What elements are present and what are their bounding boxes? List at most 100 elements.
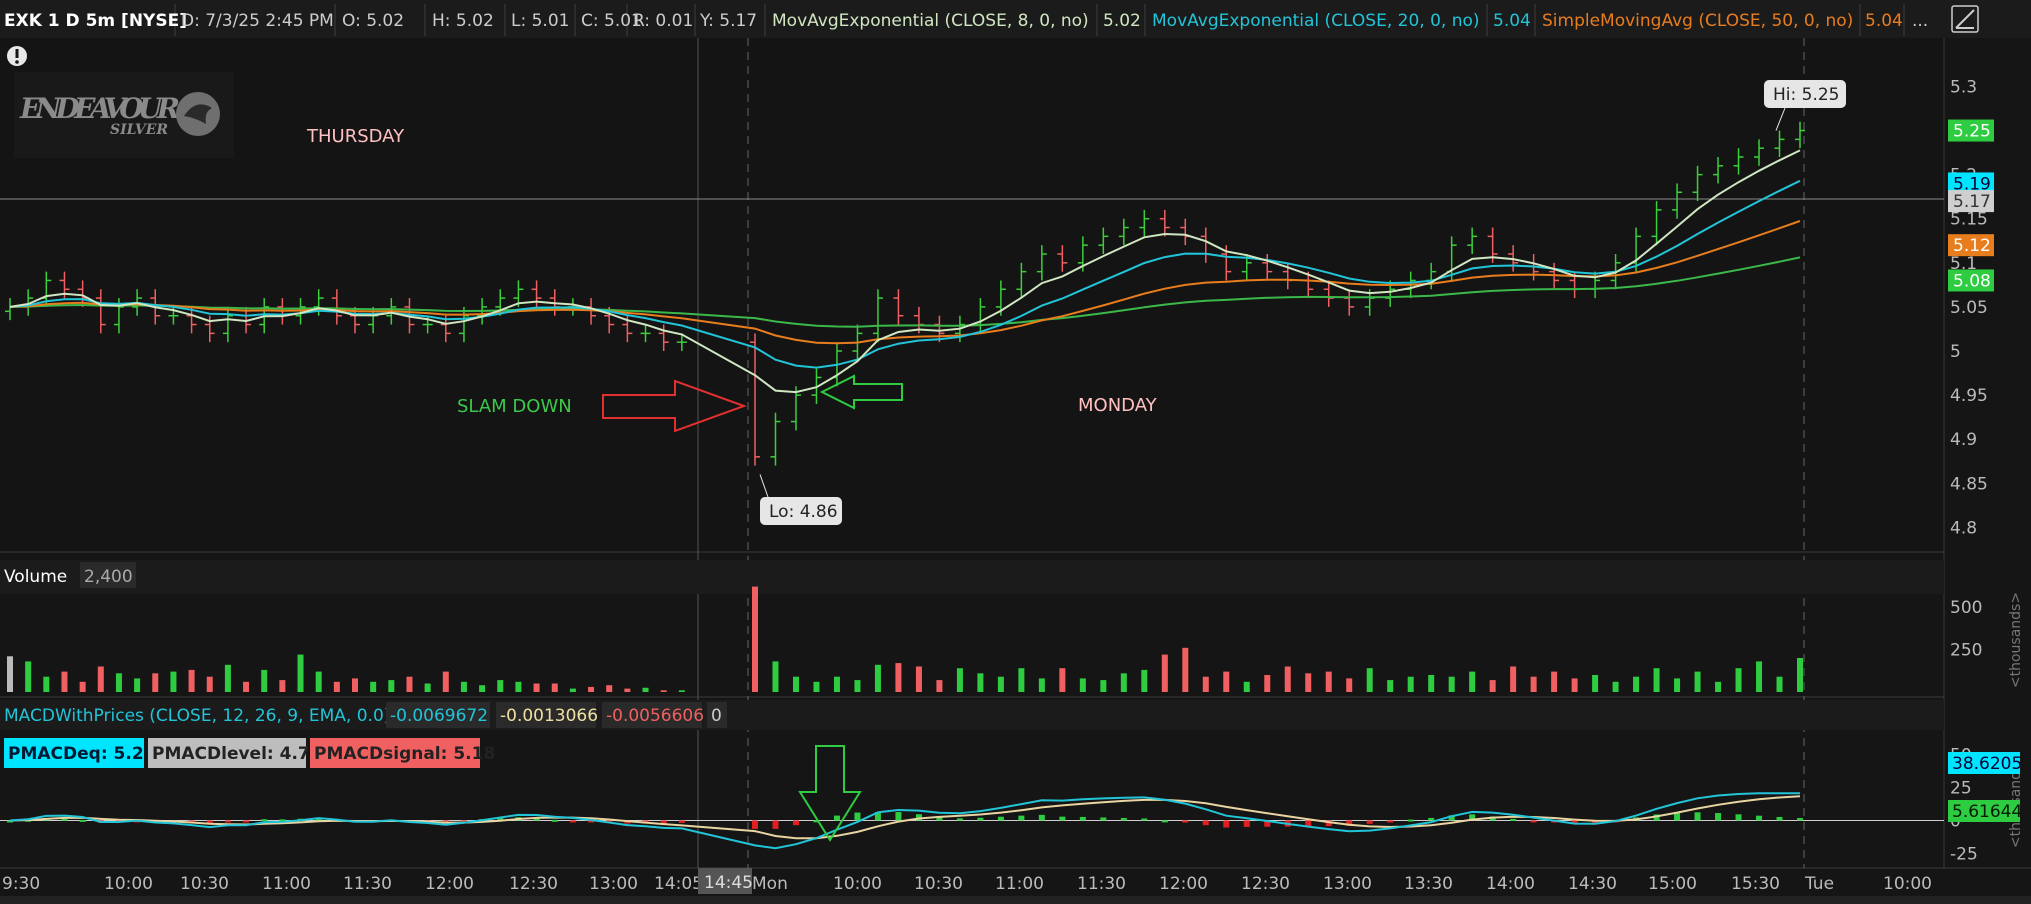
volume-bar — [1243, 681, 1250, 692]
volume-bar — [1366, 668, 1373, 692]
volume-bar — [333, 681, 340, 692]
macd-hist-bar — [79, 819, 86, 822]
price-tick-label: 4.8 — [1950, 518, 1977, 538]
macd-hist-bar — [1059, 816, 1066, 821]
volume-bar — [206, 676, 213, 692]
volume-bar — [115, 673, 122, 692]
macd-value-2: -0.0013066 — [500, 706, 598, 726]
volume-bar — [678, 690, 685, 692]
price-tick-label: 5.3 — [1950, 77, 1977, 97]
volume-bar — [551, 683, 558, 692]
volume-bar — [569, 688, 576, 692]
volume-value: 2,400 — [84, 567, 133, 587]
macd-hist-bar — [1223, 820, 1230, 828]
volume-bar — [1551, 671, 1558, 692]
volume-bar — [588, 686, 595, 692]
price-badge-label: 5.17 — [1953, 192, 1991, 212]
time-tick-label: 15:30 — [1731, 874, 1780, 894]
macd-hist-bar — [1366, 820, 1373, 824]
price-badge-label: 5.12 — [1953, 236, 1991, 256]
volume-bar — [1264, 675, 1271, 692]
macd-hist-bar — [854, 812, 861, 821]
price-tick-label: 4.95 — [1950, 386, 1988, 406]
volume-bar — [1776, 676, 1783, 692]
pmacdsignal-label: PMACDsignal: 5.18 — [314, 744, 495, 764]
scrollbar[interactable] — [0, 896, 2031, 904]
macd-hist-bar — [1407, 819, 1414, 822]
time-tick-label: 11:00 — [995, 874, 1044, 894]
hi-label: Hi: 5.25 — [1773, 85, 1840, 105]
price-panel[interactable] — [0, 38, 1944, 552]
price-tick-label: 5.05 — [1950, 298, 1988, 318]
header-low: L: 5.01 — [511, 11, 569, 31]
macd-hist-bar — [1694, 812, 1701, 821]
volume-bar — [1797, 658, 1803, 692]
volume-bar — [61, 671, 68, 692]
volume-bar — [1059, 668, 1066, 692]
volume-bar — [43, 676, 50, 692]
volume-bar — [752, 586, 758, 692]
time-tick-label: 10:00 — [104, 874, 153, 894]
volume-bar — [388, 680, 395, 692]
logo-text: ENDEAVOUR — [19, 92, 180, 125]
time-tick-label: 10:00 — [833, 874, 882, 894]
macd-hist-bar — [1735, 814, 1742, 821]
volume-bar — [1161, 654, 1168, 692]
volume-bar — [97, 666, 104, 692]
time-tick-label: 14:30 — [1568, 874, 1617, 894]
lo-label: Lo: 4.86 — [769, 502, 838, 522]
volume-bar — [915, 666, 922, 692]
time-tick-label: 10:30 — [180, 874, 229, 894]
macd-hist-bar — [1797, 818, 1803, 821]
macd-hist-bar — [752, 820, 758, 829]
volume-bar — [1100, 680, 1107, 692]
info-icon-dot — [15, 60, 19, 64]
macd-hist-bar — [1120, 817, 1127, 821]
time-tick-label: 14:00 — [1486, 874, 1535, 894]
volume-bar — [7, 656, 13, 692]
macd-hist-bar — [678, 820, 685, 823]
macd-hist-bar — [569, 820, 576, 823]
header-ema20_value: 5.04 — [1493, 11, 1531, 31]
time-tick-label: Mon — [752, 874, 788, 894]
macd-hist-bar — [1756, 815, 1763, 821]
header-ema8_label: MovAvgExponential (CLOSE, 8, 0, no) — [772, 11, 1089, 31]
macd-hist-bar — [997, 816, 1004, 821]
volume-bar — [792, 676, 799, 692]
info-icon-mark — [15, 49, 19, 58]
volume-bar — [624, 688, 631, 692]
time-tick-label: 12:00 — [1159, 874, 1208, 894]
volume-bar — [1510, 666, 1517, 692]
volume-unit-label: <thousands> — [2008, 592, 2024, 688]
volume-bar — [1633, 676, 1640, 692]
volume-bar — [1079, 678, 1086, 692]
volume-bar — [243, 681, 250, 692]
chart-canvas[interactable]: EXK 1 D 5m [NYSE]D: 7/3/25 2:45 PM O: 5.0… — [0, 0, 2031, 904]
volume-bar — [1756, 661, 1763, 692]
time-tick-label: Tue — [1804, 874, 1834, 894]
volume-bar — [1530, 676, 1537, 692]
volume-bar — [1469, 671, 1476, 692]
macd-hist-bar — [1243, 820, 1250, 827]
time-tick-label: 15:00 — [1648, 874, 1697, 894]
macd-hist-bar — [1715, 813, 1722, 821]
volume-bar — [370, 681, 377, 692]
macd-hist-bar — [772, 820, 779, 829]
volume-bar — [660, 690, 667, 692]
volume-bar — [424, 683, 431, 692]
price-tick-label: 5.15 — [1950, 210, 1988, 230]
macd-hist-bar — [1100, 817, 1107, 821]
macd-hist-bar — [833, 815, 840, 821]
header-range: R: 0.01 — [633, 11, 693, 31]
volume-bar — [460, 681, 467, 692]
volume-bar — [297, 654, 304, 692]
macd-hist-bar — [956, 818, 963, 821]
macd-hist-bar — [1038, 814, 1045, 821]
volume-bar — [1735, 668, 1742, 692]
volume-bar — [1120, 673, 1127, 692]
volume-bar — [1715, 681, 1722, 692]
volume-bar — [152, 673, 159, 692]
time-tick-label: 10:30 — [914, 874, 963, 894]
volume-bar — [1182, 647, 1189, 692]
volume-bar — [442, 671, 449, 692]
